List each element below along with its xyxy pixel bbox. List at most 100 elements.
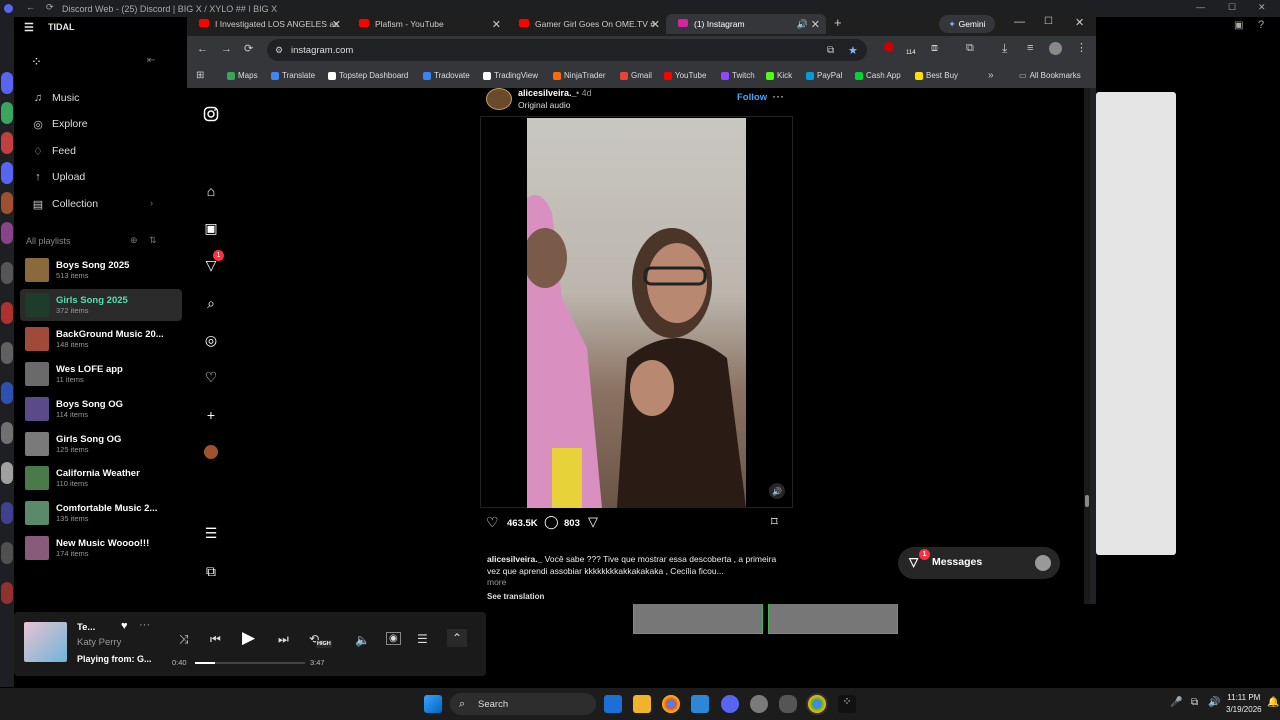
microphone-icon[interactable]: 🎤 xyxy=(1170,697,1182,708)
download-icon[interactable]: ⤓ xyxy=(1002,41,1007,56)
playlist-item[interactable]: New Music Woooo!!! 174 items xyxy=(20,532,182,564)
help-icon[interactable]: ? xyxy=(1258,19,1264,31)
instagram-logo-icon[interactable] xyxy=(201,104,221,124)
close-window-icon[interactable]: ✕ xyxy=(1075,16,1084,29)
bookmark-item[interactable]: Topstep Dashboard xyxy=(328,71,408,80)
create-plus-icon[interactable]: + xyxy=(201,405,221,425)
microsoft-store-icon[interactable] xyxy=(691,695,709,713)
bookmark-item[interactable]: Gmail xyxy=(620,71,652,80)
shuffle-icon[interactable]: ⤨ xyxy=(179,632,189,647)
profile-avatar[interactable] xyxy=(201,442,221,462)
caption-more-link[interactable]: more xyxy=(487,577,506,587)
post-options-icon[interactable]: ··· xyxy=(772,89,784,103)
server-icon[interactable] xyxy=(1,582,13,604)
notifications-bell-icon[interactable]: 🔔 xyxy=(1267,697,1279,708)
server-icon[interactable] xyxy=(1,542,13,564)
audio-playing-icon[interactable]: 🔊 xyxy=(797,19,808,30)
tab-youtube-la[interactable]: I Investigated LOS ANGELES as ✕ xyxy=(187,14,347,34)
mute-toggle-icon[interactable]: 🔊 xyxy=(769,483,785,499)
reading-list-icon[interactable]: ≡ xyxy=(1027,42,1033,54)
nav-feed[interactable]: ♢ Feed xyxy=(32,145,76,158)
close-icon[interactable]: ✕ xyxy=(1258,2,1266,13)
notifications-heart-icon[interactable]: ♡ xyxy=(201,367,221,387)
hamburger-menu-icon[interactable]: ☰ xyxy=(24,21,34,34)
server-icon[interactable] xyxy=(1,302,13,324)
close-tab-icon[interactable]: ✕ xyxy=(651,18,660,31)
chrome-icon[interactable] xyxy=(662,695,680,713)
progress-track[interactable] xyxy=(195,662,305,664)
chrome-active-icon[interactable] xyxy=(808,695,826,713)
also-from-meta-icon[interactable]: ⧉ xyxy=(201,561,221,581)
nav-explore[interactable]: ◎ Explore xyxy=(32,118,87,131)
page-scrollbar[interactable] xyxy=(1084,88,1090,604)
bookmark-item[interactable]: YouTube xyxy=(664,71,706,80)
server-icon[interactable] xyxy=(1,342,13,364)
direct-messages-icon[interactable]: ▽ 1 xyxy=(201,250,224,275)
volume-icon[interactable]: 🔈 xyxy=(355,633,370,647)
playlist-item[interactable]: Boys Song OG 114 items xyxy=(20,393,182,425)
collapse-sidebar-icon[interactable]: ⇤ xyxy=(147,55,155,66)
server-icon[interactable] xyxy=(1,162,13,184)
close-tab-icon[interactable]: ✕ xyxy=(492,18,501,31)
see-translation-link[interactable]: See translation xyxy=(487,592,544,601)
sort-icon[interactable]: ⇅ xyxy=(149,235,157,246)
heart-icon[interactable]: ♥ xyxy=(121,620,128,632)
server-icon[interactable] xyxy=(1,132,13,154)
queue-icon[interactable]: ☰ xyxy=(417,632,428,646)
more-options-icon[interactable]: ··· xyxy=(139,619,150,631)
settings-gear-icon[interactable] xyxy=(750,695,768,713)
apps-grid-icon[interactable]: ⊞ xyxy=(196,70,204,81)
inbox-icon[interactable]: ▣ xyxy=(1234,20,1243,31)
bookmark-item[interactable]: Translate xyxy=(271,71,315,80)
output-device-icon[interactable]: ◉ xyxy=(386,632,401,645)
extensions-icon[interactable]: ⧈ xyxy=(931,42,938,55)
server-icon[interactable] xyxy=(1,462,13,484)
gemini-button[interactable]: ✦ Gemini xyxy=(939,15,995,33)
share-icon[interactable]: ▽ xyxy=(588,514,598,530)
playlist-item[interactable]: Comfortable Music 2... 135 items xyxy=(20,497,182,529)
bookmark-item[interactable]: Twitch xyxy=(721,71,755,80)
next-icon[interactable]: ⏭ xyxy=(278,632,289,647)
search-icon[interactable]: ⌕ xyxy=(201,293,221,313)
playlist-item[interactable]: California Weather 110 items xyxy=(20,462,182,494)
messages-button[interactable]: ▽ 1 Messages xyxy=(898,547,1060,579)
server-icon[interactable] xyxy=(1,422,13,444)
bookmark-item[interactable]: PayPal xyxy=(806,71,842,80)
maximize-icon[interactable]: ☐ xyxy=(1228,2,1236,13)
chevron-right-icon[interactable]: › xyxy=(150,198,153,208)
chrome-menu-icon[interactable]: ⋮ xyxy=(1076,41,1087,54)
start-windows-icon[interactable] xyxy=(424,695,442,713)
forward-icon[interactable]: → xyxy=(221,43,232,55)
home-icon[interactable]: ⌂ xyxy=(201,181,221,201)
bookmark-item[interactable]: Maps xyxy=(227,71,258,80)
comment-icon[interactable]: ◯ xyxy=(544,514,559,530)
playlist-item[interactable]: Wes LOFE app 11 items xyxy=(20,358,182,390)
background-thumbnail[interactable] xyxy=(633,602,763,634)
server-icon[interactable] xyxy=(1,102,13,124)
server-icon[interactable] xyxy=(1,262,13,284)
track-artist[interactable]: Katy Perry xyxy=(77,637,121,648)
tab-youtube-plafism[interactable]: Plafism - YouTube ✕ xyxy=(347,14,507,34)
scrollbar-thumb[interactable] xyxy=(1085,495,1089,507)
tab-youtube-gamer[interactable]: Gamer Girl Goes On OME.TV # ✕ xyxy=(507,14,666,34)
album-art[interactable] xyxy=(24,622,67,662)
maximize-icon[interactable]: ☐ xyxy=(1044,16,1053,27)
reload-icon[interactable]: ⟳ xyxy=(244,42,253,55)
bookmark-star-icon[interactable]: ★ xyxy=(848,44,858,57)
minimize-icon[interactable]: — xyxy=(1014,16,1025,28)
bookmark-item[interactable]: TradingView xyxy=(483,71,538,80)
play-button[interactable]: ▶ xyxy=(242,628,255,648)
server-icon[interactable] xyxy=(1,382,13,404)
tab-instagram[interactable]: (1) Instagram 🔊 ✕ xyxy=(666,14,826,34)
expand-player-icon[interactable]: ⌃ xyxy=(447,629,468,647)
comment-count[interactable]: 803 xyxy=(564,518,580,529)
volume-icon[interactable]: 🔊 xyxy=(1208,697,1220,708)
quality-badge[interactable]: HIGH xyxy=(316,640,332,648)
discord-icon[interactable] xyxy=(721,695,739,713)
bookmark-item[interactable]: Kick xyxy=(766,71,792,80)
more-menu-icon[interactable]: ☰ xyxy=(201,523,221,543)
address-bar[interactable]: ⚙ instagram.com ⧉ ★ xyxy=(267,39,867,61)
cast-icon[interactable]: ⧉ xyxy=(827,45,834,56)
server-icon[interactable] xyxy=(1,192,13,214)
reel-video[interactable] xyxy=(527,118,746,508)
